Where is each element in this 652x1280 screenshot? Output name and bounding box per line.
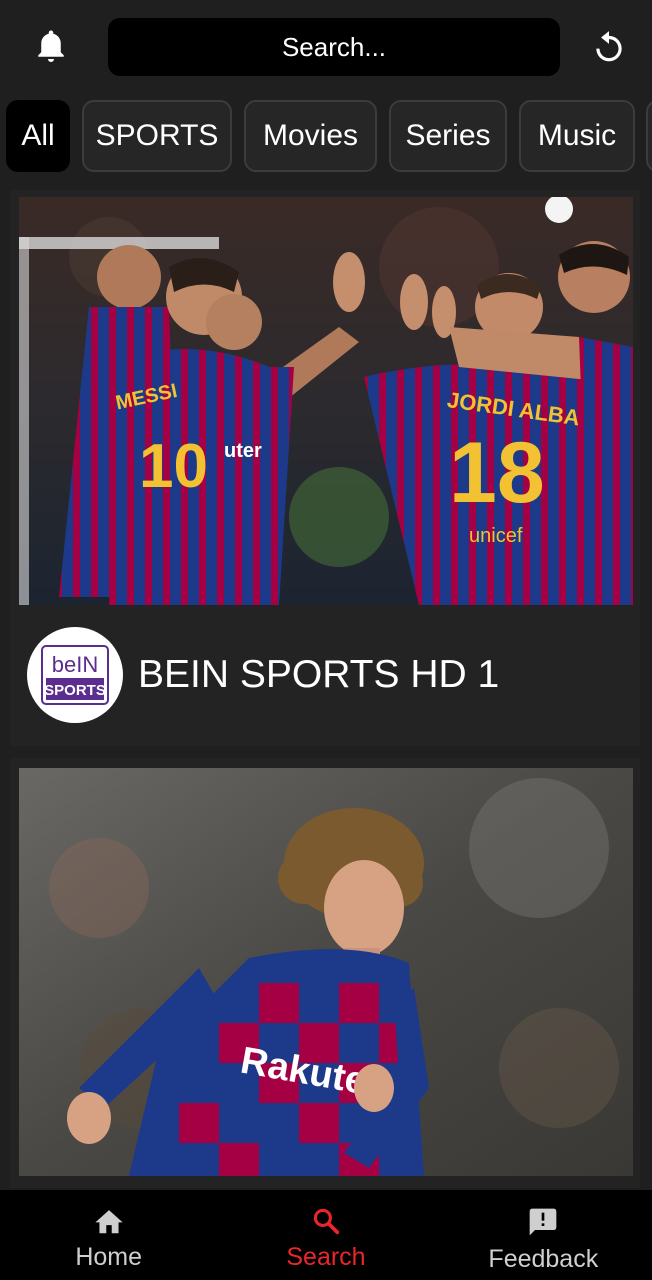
nav-search[interactable]: Search (217, 1190, 434, 1280)
chip-label: SPORTS (95, 119, 219, 152)
chip-series[interactable]: Series (389, 100, 507, 172)
top-bar: Search... (0, 0, 652, 92)
channel-name: BEIN SPORTS HD 1 (138, 653, 500, 696)
search-placeholder: Search... (281, 31, 387, 62)
chip-more[interactable] (646, 100, 652, 172)
nav-home-label: Home (75, 1243, 142, 1271)
channel-info-row[interactable]: beIN SPORTS BEIN SPORTS HD 1 (10, 605, 640, 745)
bein-sports-logo: beIN SPORTS (27, 627, 123, 723)
app-root: Search... All SPORTS Movies Series Music (0, 0, 652, 1280)
chip-label: Music (537, 119, 617, 152)
search-input[interactable]: Search... (108, 18, 560, 76)
jersey-number-alba: 18 (449, 425, 545, 521)
chip-all[interactable]: All (6, 100, 70, 172)
nav-feedback[interactable]: Feedback (435, 1190, 652, 1280)
refresh-icon[interactable] (586, 24, 632, 70)
bell-icon[interactable] (30, 26, 72, 68)
chip-sports[interactable]: SPORTS (82, 100, 232, 172)
chip-label: Movies (262, 119, 359, 152)
chip-label: Series (405, 119, 491, 152)
feedback-icon (526, 1206, 560, 1243)
jersey-number-messi: 10 (139, 432, 208, 501)
logo-text-sports: SPORTS (44, 682, 106, 699)
category-chips: All SPORTS Movies Series Music (0, 100, 652, 172)
nav-home[interactable]: Home (0, 1190, 217, 1280)
search-icon (309, 1206, 343, 1241)
sponsor-unicef: unicef (469, 525, 523, 547)
channel-card[interactable]: 10 MESSI uter JORDI ALBA 18 unicef beIN … (10, 190, 640, 746)
channel-thumbnail[interactable]: Rakuten (19, 768, 633, 1176)
home-icon (92, 1206, 126, 1241)
nav-search-label: Search (286, 1243, 366, 1271)
channel-thumbnail[interactable]: 10 MESSI uter JORDI ALBA 18 unicef (19, 197, 633, 605)
channel-card[interactable]: Rakuten (10, 758, 640, 1188)
chip-movies[interactable]: Movies (244, 100, 377, 172)
bottom-navigation: Home Search Feedback (0, 1190, 652, 1280)
chip-label: All (21, 119, 55, 152)
chip-music[interactable]: Music (519, 100, 635, 172)
logo-text-bein: beIN (52, 652, 98, 677)
nav-feedback-label: Feedback (488, 1245, 599, 1273)
sponsor-uter: uter (224, 440, 262, 462)
